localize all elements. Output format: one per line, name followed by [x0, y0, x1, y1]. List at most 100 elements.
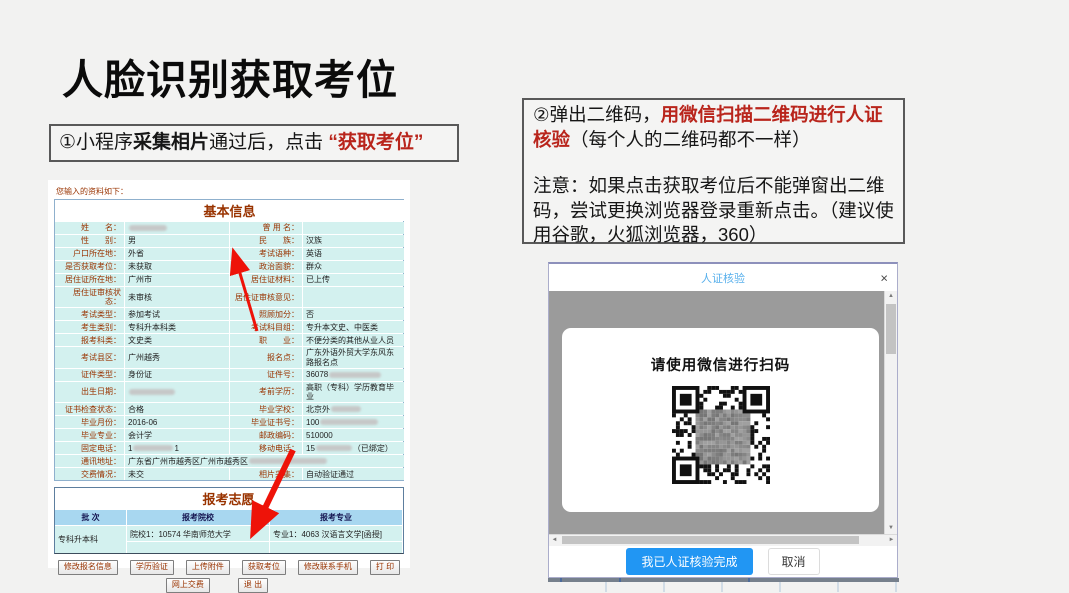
redacted-value [331, 406, 361, 412]
redacted-value [249, 458, 327, 464]
get-exam-seat-button[interactable]: 获取考位 [242, 560, 286, 575]
volunteer-column-header: 批 次 [55, 510, 126, 525]
step2-line1: ②弹出二维码，用微信扫描二维码进行人证核验（每个人的二维码都不一样） [533, 103, 894, 152]
form-field-value: 身份证 [125, 369, 229, 381]
form-field-label: 户口所在地： [55, 248, 124, 260]
form-field-label: 居住证所在地： [55, 274, 124, 286]
form-field-value: 文史类 [125, 334, 229, 346]
form-field-value [303, 287, 404, 307]
form-field-value: 参加考试 [125, 308, 229, 320]
step1-mid: 通过后，点击 [209, 132, 328, 153]
step2-paren: （每个人的二维码都不一样） [570, 129, 811, 150]
form-field-value: 专科升本科类 [125, 321, 229, 333]
form-field-label: 曾 用 名： [230, 222, 302, 234]
horizontal-scroll-thumb[interactable] [562, 536, 859, 544]
form-field-value: 11 [125, 442, 229, 454]
modify-registration-info-button[interactable]: 修改报名信息 [58, 560, 118, 575]
form-field-value: 2016-06 [125, 416, 229, 428]
form-field-label: 通讯地址： [55, 455, 124, 467]
form-field-label: 性 别： [55, 235, 124, 247]
slide-canvas: 人脸识别获取考位 ①小程序采集相片通过后，点击 “获取考位” ②弹出二维码，用微… [0, 0, 1069, 593]
volunteer-column-header: 报考院校 [127, 510, 269, 525]
credential-verification-button[interactable]: 学历验证 [130, 560, 174, 575]
cancel-button[interactable]: 取消 [768, 548, 820, 575]
volunteer-table: 报考志愿 批 次报考院校报考专业专科升本科院校1：10574 华南师范大学专业1… [54, 487, 404, 554]
scroll-up-icon[interactable]: ▲ [885, 291, 897, 302]
form-field-label: 考试科目组： [230, 321, 302, 333]
step1-instruction-box: ①小程序采集相片通过后，点击 “获取考位” [49, 124, 459, 162]
form-field-label: 政治面貌： [230, 261, 302, 273]
redacted-value [129, 225, 167, 231]
form-intro-text: 您输入的资料如下： [56, 186, 404, 197]
scroll-right-icon[interactable]: ► [886, 535, 897, 546]
dialog-title: 人证核验 [701, 270, 745, 286]
verification-dialog: 人证核验 × 请使用微信进行扫码 ▲ ▼ ◄ ► 我已人证核验完成 取消 [548, 262, 898, 578]
form-field-value: 510000 [303, 429, 404, 441]
form-field-label: 交费情况： [55, 468, 124, 480]
volunteer-empty-cell [270, 542, 402, 553]
form-field-value: 100 [303, 416, 404, 428]
step2-intro: ②弹出二维码， [533, 104, 661, 125]
form-field-label: 报考科类： [55, 334, 124, 346]
form-field-label: 居住证材料： [230, 274, 302, 286]
form-field-label: 证件号： [230, 369, 302, 381]
upload-attachment-button[interactable]: 上传附件 [186, 560, 230, 575]
form-field-label: 考前学历： [230, 382, 302, 402]
basic-info-table: 基本信息 姓 名：曾 用 名：性 别：男民 族：汉族户口所在地：外省考试语种：英… [54, 199, 404, 481]
form-field-value: 广东省广州市越秀区广州市越秀区 [125, 455, 404, 467]
close-icon[interactable]: × [880, 271, 888, 284]
form-field-value: 36078 [303, 369, 404, 381]
form-field-value [125, 222, 229, 234]
form-field-label: 固定电话： [55, 442, 124, 454]
form-field-value: 群众 [303, 261, 404, 273]
form-field-value [125, 382, 229, 402]
verification-complete-button[interactable]: 我已人证核验完成 [626, 548, 752, 575]
form-field-label: 职 业： [230, 334, 302, 346]
background-page-lines [549, 582, 898, 592]
form-field-label: 居住证审核意见： [230, 287, 302, 307]
volunteer-college-cell: 院校1：10574 华南师范大学 [127, 526, 269, 541]
form-field-value: 北京外 [303, 403, 404, 415]
form-field-label: 居住证审核状态： [55, 287, 124, 307]
step2-instruction-box: ②弹出二维码，用微信扫描二维码进行人证核验（每个人的二维码都不一样） 注意：如果… [522, 98, 905, 244]
scroll-down-icon[interactable]: ▼ [885, 523, 897, 534]
exit-button[interactable]: 退 出 [238, 578, 268, 593]
step1-highlight: “获取考位” [328, 132, 423, 153]
redacted-value [329, 372, 381, 378]
form-field-value: 英语 [303, 248, 404, 260]
vertical-scrollbar[interactable]: ▲ ▼ [884, 291, 897, 534]
step1-bold-text: 采集相片 [133, 132, 209, 153]
form-field-label: 报名点： [230, 347, 302, 367]
dialog-title-bar: 人证核验 × [549, 264, 897, 291]
qr-card: 请使用微信进行扫码 [562, 328, 879, 512]
scroll-left-icon[interactable]: ◄ [549, 535, 560, 546]
dialog-content-area: 请使用微信进行扫码 ▲ ▼ [549, 291, 897, 534]
form-field-label: 考试语种： [230, 248, 302, 260]
redacted-value [320, 419, 378, 425]
form-field-value: 外省 [125, 248, 229, 260]
form-field-value: 未获取 [125, 261, 229, 273]
vertical-scroll-thumb[interactable] [886, 304, 896, 354]
form-field-label: 毕业专业： [55, 429, 124, 441]
horizontal-scrollbar[interactable]: ◄ ► [549, 534, 897, 546]
form-field-value: 汉族 [303, 235, 404, 247]
form-field-value: 否 [303, 308, 404, 320]
volunteer-empty-cell [127, 542, 269, 553]
form-field-value: 会计学 [125, 429, 229, 441]
form-field-label: 证书检查状态： [55, 403, 124, 415]
basic-info-title: 基本信息 [55, 200, 404, 221]
print-button[interactable]: 打 印 [370, 560, 400, 575]
volunteer-major-cell: 专业1：4063 汉语言文学[函授] [270, 526, 402, 541]
form-field-value: 高职（专科）学历教育毕业 [303, 382, 404, 402]
online-payment-button[interactable]: 网上交费 [166, 578, 210, 593]
form-field-label: 考生类别： [55, 321, 124, 333]
modify-contact-phone-button[interactable]: 修改联系手机 [298, 560, 358, 575]
form-field-value: 不便分类的其他从业人员 [303, 334, 404, 346]
volunteer-batch-cell: 专科升本科 [55, 526, 126, 553]
dialog-footer: 我已人证核验完成 取消 [549, 546, 897, 577]
form-field-label: 毕业证书号： [230, 416, 302, 428]
form-field-value: 已上传 [303, 274, 404, 286]
form-field-value: 合格 [125, 403, 229, 415]
form-field-value: 未审核 [125, 287, 229, 307]
form-field-value: 专升本文史、中医类 [303, 321, 404, 333]
